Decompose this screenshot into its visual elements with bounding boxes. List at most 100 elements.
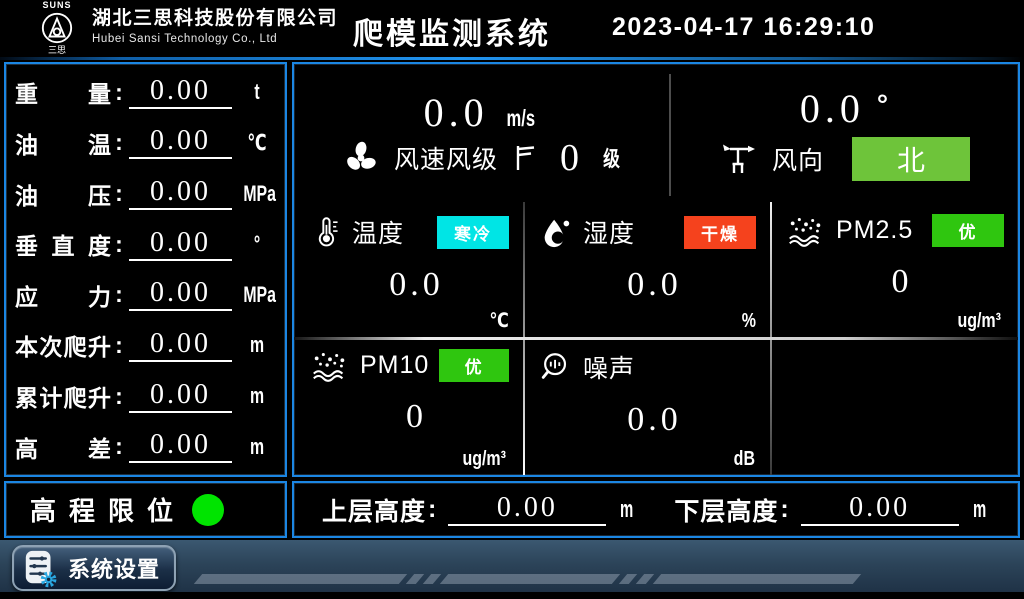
dust-particles-icon (786, 215, 826, 247)
measurement-row-total-climb: 累计爬升: 0.00 m (15, 371, 276, 422)
upper-height-label: 上层高度 (322, 492, 426, 528)
row-unit: ° (243, 231, 270, 257)
sensor-cell-temperature: 温度 寒冷 0.0 ℃ (294, 202, 523, 337)
sensor-value: 0 (310, 398, 523, 436)
elevation-limit-label: 高程限位 (30, 491, 186, 528)
wind-speed-value: 0.0 (424, 93, 489, 133)
upper-height-value: 0.00 (448, 493, 606, 526)
elevation-limit-status-light (192, 494, 224, 526)
sansi-logo-icon (40, 11, 74, 45)
row-unit: t (243, 79, 270, 105)
row-unit: m (243, 383, 270, 409)
header: SUNS 三思 湖北三思科技股份有限公司 Hubei Sansi Technol… (0, 0, 1024, 57)
status-badge-cold: 寒冷 (437, 216, 509, 249)
row-value: 0.00 (129, 228, 232, 261)
lower-height-group: 下层高度: 0.00 m (674, 492, 990, 528)
dust-particles-icon (310, 350, 350, 382)
sensor-unit: % (742, 310, 756, 333)
thermometer-icon (310, 215, 342, 249)
row-unit: m (243, 332, 270, 358)
wind-speed-unit: m/s (506, 105, 535, 132)
measurement-row-oil-pressure: 油压: 0.00 MPa (15, 168, 276, 219)
status-badge-good: 优 (932, 214, 1004, 247)
sensor-name: 湿度 (583, 214, 635, 250)
taskbar: 系统设置 (0, 540, 1024, 592)
row-colon: : (111, 231, 127, 258)
wind-level-unit: 级 (603, 143, 620, 173)
datetime-display: 2023-04-17 16:29:10 (612, 13, 875, 42)
lower-height-unit: m (973, 496, 986, 524)
company-name-en: Hubei Sansi Technology Co., Ltd (92, 33, 338, 45)
row-colon: : (111, 383, 127, 410)
noise-meter-icon (539, 350, 573, 384)
row-label: 垂直度 (15, 227, 111, 261)
measurement-row-height-diff: 高差: 0.00 m (15, 421, 276, 472)
wind-direction-badge: 北 (852, 137, 970, 181)
row-unit: m (243, 434, 270, 460)
row-value: 0.00 (129, 76, 232, 109)
sensor-name: PM10 (360, 351, 429, 380)
wind-speed-label: 风速风级 (394, 140, 498, 176)
row-label: 油压 (15, 177, 111, 211)
row-colon: : (111, 79, 127, 106)
row-colon: : (111, 433, 127, 460)
row-value: 0.00 (129, 278, 232, 311)
row-colon: : (111, 180, 127, 207)
row-value: 0.00 (129, 380, 232, 413)
logo-top-text: SUNS (42, 0, 71, 11)
status-badge-good: 优 (439, 349, 509, 382)
wind-flag-icon (512, 143, 538, 173)
row-label: 累计爬升 (15, 379, 111, 413)
measurement-row-oil-temp: 油温: 0.00 ℃ (15, 118, 276, 169)
lower-height-label: 下层高度 (674, 492, 778, 528)
sensor-unit: dB (734, 448, 755, 471)
droplet-icon (539, 215, 573, 249)
fan-icon (342, 139, 380, 177)
page-title: 爬模监测系统 (353, 9, 551, 53)
sensor-value: 0.0 (310, 266, 523, 304)
wind-direction-unit: ° (877, 89, 888, 121)
settings-button-label: 系统设置 (68, 552, 160, 584)
sensor-value: 0.0 (539, 401, 770, 439)
elevation-limit-box: 高程限位 (4, 481, 287, 538)
company-logo: SUNS 三思 (26, 0, 88, 57)
taskbar-decor-stripes (198, 574, 857, 584)
wind-speed-section: 0.0 m/s 风速风级 (294, 64, 670, 202)
row-unit: MPa (243, 282, 270, 308)
system-settings-button[interactable]: 系统设置 (12, 545, 176, 591)
sensor-unit: ℃ (489, 308, 508, 333)
sensor-name: 噪声 (583, 349, 635, 385)
status-badge-dry: 干燥 (684, 216, 756, 249)
sensor-grid: 温度 寒冷 0.0 ℃ 湿度 干燥 0.0 % (294, 202, 1018, 475)
wind-direction-value: 0.0 (800, 89, 865, 129)
row-colon: : (111, 281, 127, 308)
sensor-value: 0.0 (539, 266, 770, 304)
sensor-value: 0 (786, 263, 1018, 301)
settings-sliders-gear-icon (22, 548, 60, 588)
lower-height-value: 0.00 (801, 493, 959, 526)
row-colon: : (111, 129, 127, 156)
colon: : (428, 495, 436, 524)
wind-direction-section: 0.0 ° 风向 北 (670, 64, 1018, 202)
colon: : (780, 495, 788, 524)
company-name-block: 湖北三思科技股份有限公司 Hubei Sansi Technology Co.,… (92, 7, 338, 45)
layer-heights-box: 上层高度: 0.00 m 下层高度: 0.00 m (292, 481, 1020, 538)
row-label: 重量 (15, 75, 111, 109)
measurement-row-stress: 应力: 0.00 MPa (15, 270, 276, 321)
measurement-panel: 重量: 0.00 t 油温: 0.00 ℃ 油压: 0.00 MPa 垂直度: … (4, 62, 287, 477)
sensor-cell-pm10: PM10 优 0 ug/m³ (294, 337, 523, 475)
upper-height-group: 上层高度: 0.00 m (322, 492, 638, 528)
row-label: 油温 (15, 126, 111, 160)
row-unit: MPa (243, 181, 270, 207)
measurement-row-verticality: 垂直度: 0.00 ° (15, 219, 276, 270)
row-value: 0.00 (129, 329, 232, 362)
row-label: 应力 (15, 278, 111, 312)
row-value: 0.00 (129, 177, 232, 210)
sensor-cell-noise: 噪声 0.0 dB (523, 337, 770, 475)
wind-row: 0.0 m/s 风速风级 (294, 64, 1018, 202)
sensor-cell-humidity: 湿度 干燥 0.0 % (523, 202, 770, 337)
sensor-name: 温度 (352, 214, 404, 250)
sensor-name: PM2.5 (836, 216, 913, 245)
wind-level-value: 0 (560, 139, 579, 177)
row-label: 本次爬升 (15, 328, 111, 362)
